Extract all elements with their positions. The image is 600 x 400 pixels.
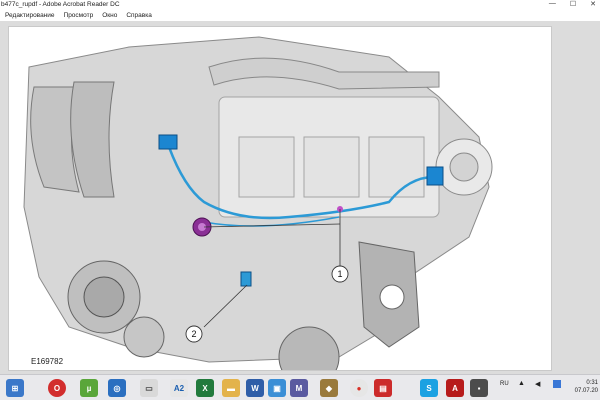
a2-icon[interactable]: A2: [170, 379, 188, 397]
chrome-icon[interactable]: ●: [350, 379, 368, 397]
minimize-button[interactable]: —: [549, 0, 556, 11]
menu-view[interactable]: Просмотр: [64, 11, 94, 21]
clock[interactable]: 0:31 07.07.20: [575, 379, 598, 395]
document-viewport[interactable]: 1 2 E169782: [0, 21, 600, 374]
folder-icon[interactable]: ▬: [222, 379, 240, 397]
callout-2-label: 2: [191, 329, 196, 339]
skype-alt-icon[interactable]: ◎: [108, 379, 126, 397]
opera-icon[interactable]: O: [48, 379, 66, 397]
network-icon[interactable]: [553, 380, 561, 388]
engine-illustration: 1 2: [23, 36, 493, 370]
tray-expand-icon[interactable]: ▲: [518, 380, 525, 387]
m-app-icon[interactable]: M: [290, 379, 308, 397]
word-icon[interactable]: W: [246, 379, 264, 397]
language-indicator[interactable]: RU: [500, 381, 509, 387]
window-title: b477c_rupdf - Adobe Acrobat Reader DC: [1, 1, 120, 8]
excel-icon[interactable]: X: [196, 379, 214, 397]
clock-date: 07.07.20: [574, 388, 598, 394]
menu-help[interactable]: Справка: [126, 11, 152, 21]
menu-bar: Редактирование Просмотр Окно Справка: [0, 11, 600, 21]
app-icon[interactable]: ▪: [470, 379, 488, 397]
shape-icon[interactable]: ◆: [320, 379, 338, 397]
torrent-icon[interactable]: µ: [80, 379, 98, 397]
menu-edit[interactable]: Редактирование: [5, 11, 55, 21]
task-icon[interactable]: ▣: [268, 379, 286, 397]
media-icon[interactable]: ▭: [140, 379, 158, 397]
volume-icon[interactable]: ◀: [535, 380, 540, 388]
acrobat-icon[interactable]: A: [446, 379, 464, 397]
maximize-button[interactable]: ☐: [570, 0, 576, 11]
callout-1-label: 1: [337, 269, 342, 279]
system-tray: RU ▲ ◀ 0:31 07.07.20: [490, 374, 600, 400]
menu-window[interactable]: Окно: [102, 11, 117, 21]
pdf-page: 1 2 E169782: [8, 26, 552, 371]
title-bar: b477c_rupdf - Adobe Acrobat Reader DC — …: [0, 0, 600, 11]
close-button[interactable]: ✕: [590, 0, 596, 11]
skype-icon[interactable]: S: [420, 379, 438, 397]
window-controls: — ☐ ✕: [549, 0, 596, 11]
figure-id: E169782: [31, 357, 64, 366]
pdf-icon[interactable]: ▤: [374, 379, 392, 397]
clock-time: 0:31: [586, 380, 598, 386]
start-button-icon[interactable]: ⊞: [6, 379, 24, 397]
